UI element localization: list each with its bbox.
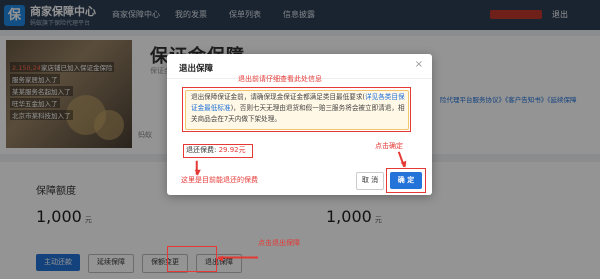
annotation-click-confirm: 点击确定 [375, 142, 403, 150]
exit-button-highlight [167, 246, 217, 272]
annotation-read-carefully: 退出前请仔细查看此处信息 [238, 75, 322, 83]
notice-highlight [182, 87, 411, 132]
close-icon[interactable]: × [415, 59, 423, 70]
dialog-title: 退出保障 [179, 64, 214, 74]
refund-fee: 退还保费: 29.92元 [186, 146, 246, 154]
refund-amount: 29.92元 [218, 146, 246, 154]
annotation-refund-fee: 这里是目前能退还的保费 [181, 176, 258, 184]
confirm-button-highlight [386, 168, 426, 193]
annotation-arrow [398, 151, 406, 168]
annotation-click-exit: 点击退出保障 [258, 239, 300, 247]
exit-dialog: 退出保障 × 退出前请仔细查看此处信息 退出保障保证金前，请确保现金保证金都满足… [167, 54, 432, 195]
cancel-button[interactable]: 取 消 [356, 172, 384, 190]
annotation-arrow [218, 257, 258, 259]
annotation-arrow [196, 160, 198, 175]
